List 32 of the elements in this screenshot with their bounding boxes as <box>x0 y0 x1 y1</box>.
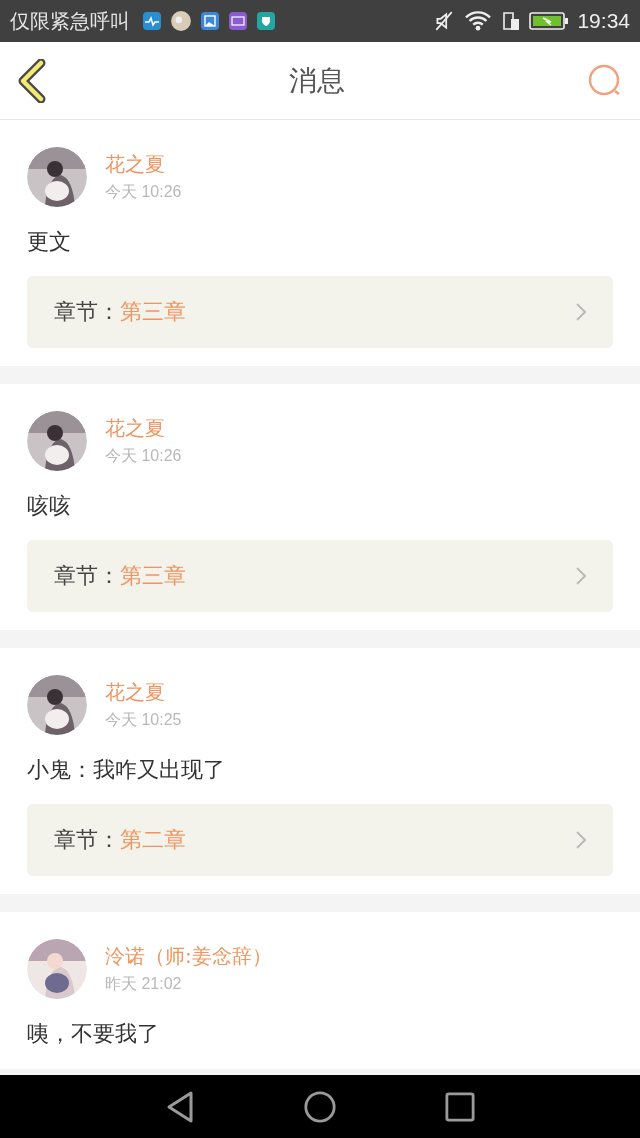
chapter-link[interactable]: 章节：第二章 <box>27 804 613 876</box>
clock-text: 19:34 <box>577 9 630 33</box>
back-icon[interactable] <box>17 58 47 103</box>
message-time: 昨天 21:02 <box>105 974 183 994</box>
author-name[interactable]: 花之夏 <box>105 151 182 178</box>
message-time: 今天 10:25 <box>105 710 182 730</box>
battery-icon <box>529 11 570 31</box>
message-text: 更文 <box>27 228 72 256</box>
heart-monitor-icon <box>142 11 162 31</box>
home-circle-icon[interactable] <box>303 1089 337 1124</box>
author-name[interactable]: 泠诺（师:姜念辞） <box>105 943 272 970</box>
chapter-link[interactable]: 章节：第三章 <box>27 540 613 612</box>
message-text: 咳咳 <box>27 492 72 520</box>
chevron-icon <box>575 566 587 586</box>
chapter-link[interactable]: 章节：第三章 <box>27 276 613 348</box>
page-title: 消息 <box>289 62 345 99</box>
recent-apps-icon[interactable] <box>445 1091 475 1122</box>
wifi-icon <box>463 9 494 33</box>
message-text: 咦，不要我了 <box>27 1020 160 1048</box>
status-text: 仅限紧急呼叫 <box>10 7 130 35</box>
chevron-icon <box>575 302 587 322</box>
shield-icon <box>256 11 276 31</box>
message-text: 小鬼：我咋又出现了 <box>27 756 226 784</box>
image-icon <box>200 11 220 31</box>
message-time: 今天 10:26 <box>105 446 182 466</box>
author-name[interactable]: 花之夏 <box>105 415 182 442</box>
message-time: 今天 10:26 <box>105 182 182 202</box>
author-name[interactable]: 花之夏 <box>105 679 182 706</box>
sim-icon <box>501 10 522 32</box>
ball-icon <box>170 10 192 32</box>
chevron-icon <box>575 830 587 850</box>
back-triangle-icon[interactable] <box>165 1089 195 1124</box>
